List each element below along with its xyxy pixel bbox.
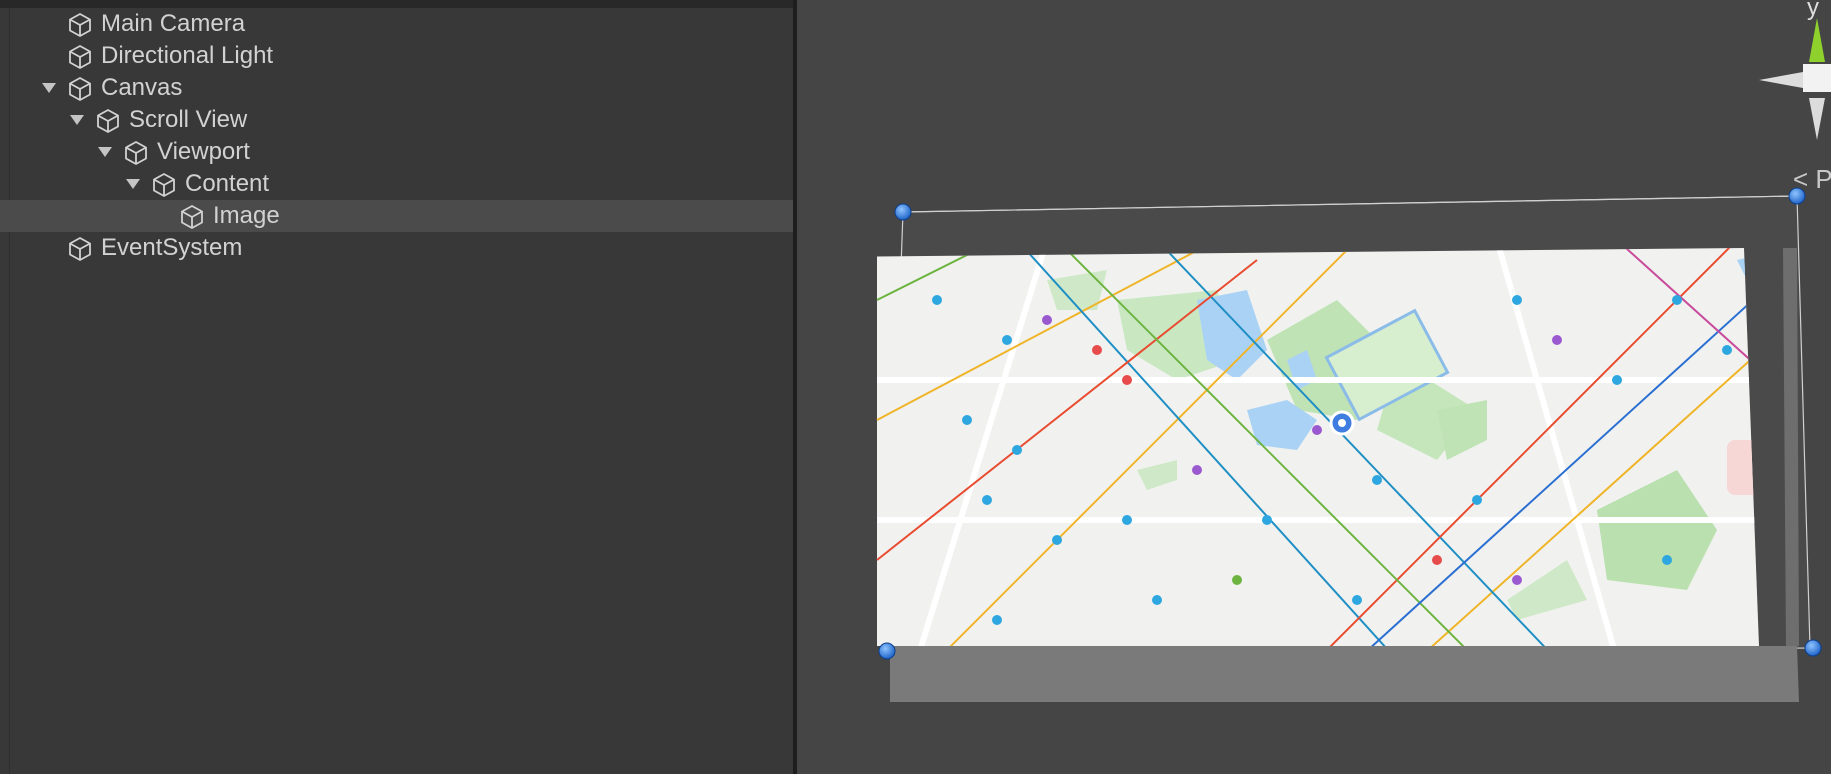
hierarchy-item-label: Viewport	[157, 138, 250, 165]
triangle-down-icon[interactable]	[42, 83, 56, 93]
cube-icon	[69, 237, 91, 261]
cube-icon	[69, 77, 91, 101]
cube-icon	[153, 173, 175, 197]
triangle-down-icon[interactable]	[126, 179, 140, 189]
hierarchy-item-viewport[interactable]: Viewport	[0, 136, 793, 168]
scene-view[interactable]: y < Per	[797, 0, 1831, 774]
gizmo-y-label: y	[1807, 0, 1819, 21]
scene-canvas[interactable]	[797, 0, 1831, 774]
hierarchy-item-scroll-view[interactable]: Scroll View	[0, 104, 793, 136]
map-image[interactable]	[876, 240, 1817, 660]
cube-icon	[181, 205, 203, 229]
cube-icon	[97, 109, 119, 133]
cube-icon	[69, 13, 91, 37]
hierarchy-item-label: Directional Light	[101, 42, 274, 69]
hierarchy-item-label: Image	[213, 202, 280, 229]
hierarchy-item-eventsystem[interactable]: EventSystem	[0, 232, 793, 264]
hierarchy-header-strip	[0, 0, 793, 8]
axis-gizmo-icon[interactable]	[1759, 18, 1831, 140]
hierarchy-item-directional-light[interactable]: Directional Light	[0, 40, 793, 72]
triangle-down-icon[interactable]	[98, 147, 112, 157]
hierarchy-item-content[interactable]: Content	[0, 168, 793, 200]
triangle-down-icon[interactable]	[70, 115, 84, 125]
projection-toggle[interactable]: < Per	[1793, 164, 1831, 194]
hierarchy-item-canvas[interactable]: Canvas	[0, 72, 793, 104]
hierarchy-item-label: Scroll View	[129, 106, 248, 133]
cube-icon	[125, 141, 147, 165]
cube-icon	[69, 45, 91, 69]
hierarchy-item-image[interactable]: Image	[0, 200, 793, 232]
hierarchy-item-label: Canvas	[101, 74, 183, 101]
hierarchy-item-label: EventSystem	[101, 234, 243, 261]
hierarchy-item-label: Main Camera	[101, 10, 246, 37]
hierarchy-item-main-camera[interactable]: Main Camera	[0, 8, 793, 40]
hierarchy-item-label: Content	[185, 170, 270, 197]
hierarchy-panel: Main Camera Directional Light Canvas Scroll…	[0, 0, 793, 774]
